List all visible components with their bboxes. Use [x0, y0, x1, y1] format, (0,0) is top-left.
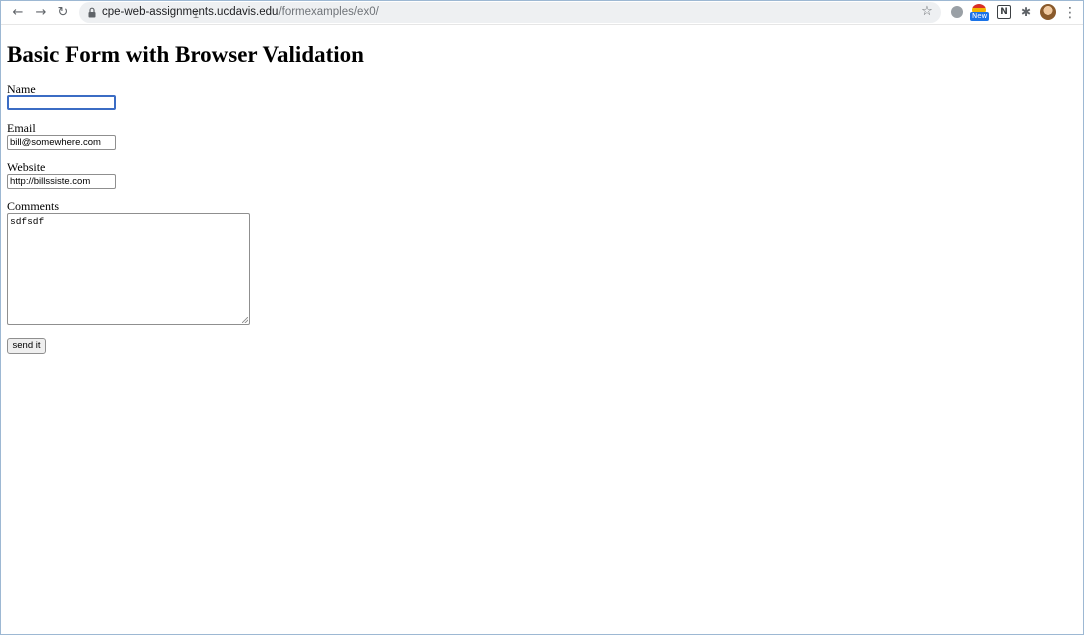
- browser-toolbar: ← → ↻ cpe-web-assignments.ucdavis.edu/fo…: [1, 1, 1083, 25]
- notion-extension-icon[interactable]: N: [996, 4, 1012, 20]
- profile-avatar[interactable]: [1040, 4, 1056, 20]
- comments-text: sdfsdf: [10, 216, 45, 227]
- url-text[interactable]: cpe-web-assignments.ucdavis.edu/formexam…: [102, 2, 379, 23]
- extension-circle-icon[interactable]: [949, 4, 965, 20]
- url-host: cpe-web-assignments.ucdavis.edu: [102, 6, 279, 18]
- comments-label: Comments: [7, 199, 60, 213]
- star-icon[interactable]: ☆: [919, 4, 935, 20]
- page-content: Basic Form with Browser Validation Name …: [7, 41, 364, 354]
- kebab-menu-icon[interactable]: ⋮: [1063, 4, 1077, 22]
- email-label: Email: [7, 121, 36, 135]
- name-input[interactable]: [7, 95, 116, 110]
- forward-arrow-icon[interactable]: →: [32, 4, 50, 22]
- resize-handle-icon[interactable]: [242, 317, 248, 323]
- browser-window: ← → ↻ cpe-web-assignments.ucdavis.edu/fo…: [0, 0, 1084, 635]
- back-arrow-icon[interactable]: ←: [9, 4, 27, 22]
- extensions-puzzle-icon[interactable]: ✱: [1018, 4, 1034, 20]
- website-label: Website: [7, 160, 46, 174]
- lock-icon: [88, 7, 96, 18]
- comments-textarea[interactable]: sdfsdf: [7, 213, 250, 325]
- mouse-cursor-icon: ⌶: [193, 10, 199, 21]
- reload-icon[interactable]: ↻: [54, 4, 72, 22]
- website-input[interactable]: [7, 174, 116, 189]
- extension-new-icon[interactable]: New: [970, 4, 990, 21]
- url-path: /formexamples/ex0/: [278, 6, 379, 18]
- page-title: Basic Form with Browser Validation: [7, 42, 364, 67]
- new-badge: New: [970, 12, 990, 21]
- email-input[interactable]: [7, 135, 116, 150]
- address-bar[interactable]: cpe-web-assignments.ucdavis.edu/formexam…: [79, 2, 941, 23]
- send-button[interactable]: send it: [7, 338, 46, 354]
